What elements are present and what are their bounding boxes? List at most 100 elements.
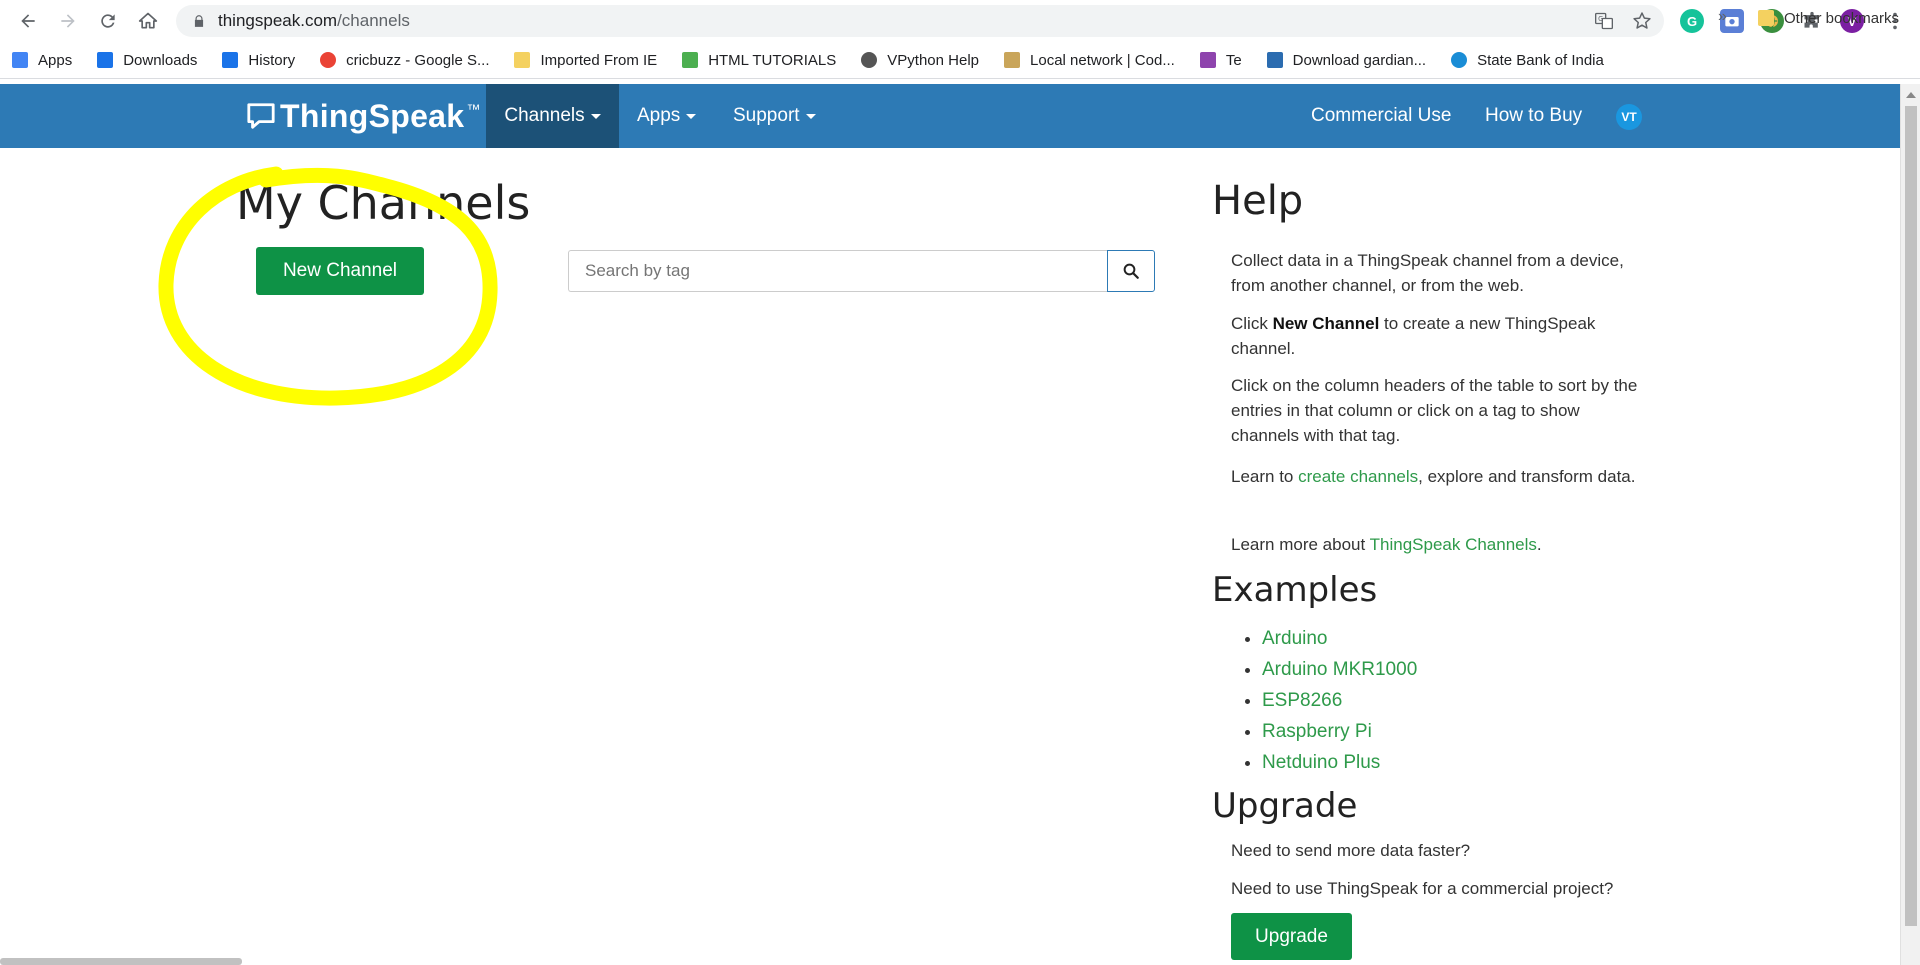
page-title: My Channels (236, 176, 531, 230)
other-bookmarks[interactable]: Other bookmarks (1758, 0, 1899, 36)
nav-how-to-buy-label: How to Buy (1485, 105, 1583, 126)
nav-commercial-use[interactable]: Commercial Use (1311, 84, 1451, 148)
nav-commercial-use-label: Commercial Use (1311, 105, 1452, 126)
nav-how-to-buy[interactable]: How to Buy (1485, 84, 1582, 148)
bookmark-label: State Bank of India (1477, 51, 1604, 69)
nav-support[interactable]: Support (733, 84, 816, 148)
help-bold-new-channel: New Channel (1272, 314, 1380, 333)
example-link-raspberry-pi[interactable]: Raspberry Pi (1262, 716, 1417, 747)
w3-icon (682, 52, 699, 68)
help-title: Help (1212, 178, 1304, 224)
bookmark-item[interactable]: Apps (12, 52, 72, 69)
lock-icon (194, 15, 204, 27)
forward-arrow-icon (61, 14, 75, 28)
bookmark-item[interactable]: cricbuzz - Google S... (320, 52, 489, 69)
upgrade-button[interactable]: Upgrade (1231, 913, 1352, 960)
url-text: thingspeak.com/channels (218, 11, 410, 30)
bookmark-item[interactable]: History (222, 52, 295, 69)
bookmark-label: Downloads (123, 51, 198, 69)
example-link-arduino[interactable]: Arduino (1262, 623, 1417, 654)
nav-channels-label: Channels (504, 105, 585, 126)
bookmark-star-icon[interactable] (1632, 11, 1652, 31)
search-input[interactable] (568, 250, 1107, 292)
help-paragraph-learn-more: Learn more about ThingSpeak Channels. (1231, 532, 1641, 557)
caret-down-icon (590, 113, 601, 119)
crown-icon (1004, 52, 1021, 68)
nav-apps-label: Apps (637, 105, 681, 126)
download-icon (97, 52, 114, 68)
horizontal-scrollbar-thumb[interactable] (0, 958, 242, 965)
scrollbar-thumb[interactable] (1905, 106, 1917, 926)
bookmark-item[interactable]: Te (1199, 52, 1242, 69)
nav-channels[interactable]: Channels (486, 84, 619, 148)
bookmark-item[interactable]: HTML TUTORIALS (682, 52, 836, 69)
speech-bubble-icon (247, 103, 275, 129)
home-button[interactable] (128, 1, 168, 41)
examples-title: Examples (1212, 570, 1378, 610)
help-text: Learn to (1231, 467, 1299, 486)
thingspeak-channels-link[interactable]: ThingSpeak Channels (1370, 535, 1537, 554)
folder-icon (1758, 10, 1774, 26)
search-button[interactable] (1107, 250, 1155, 292)
vertical-scrollbar[interactable] (1900, 84, 1920, 965)
upgrade-title: Upgrade (1212, 786, 1358, 826)
bookmark-label: HTML TUTORIALS (708, 51, 837, 69)
tz-icon (1266, 52, 1283, 68)
help-paragraph-new-channel: Click New Channel to create a new ThingS… (1231, 311, 1641, 361)
caret-down-icon (686, 113, 697, 119)
new-channel-button[interactable]: New Channel (256, 247, 424, 295)
grammarly-extension-icon[interactable]: G (1680, 9, 1704, 33)
upgrade-question-faster: Need to send more data faster? (1231, 841, 1471, 860)
bookmark-label: VPython Help (887, 51, 980, 69)
search-icon (1123, 263, 1139, 279)
history-icon (222, 52, 239, 68)
reload-icon (101, 14, 115, 28)
other-bookmarks-label: Other bookmarks (1784, 9, 1900, 27)
bookmark-item[interactable]: Local network | Cod... (1004, 52, 1175, 69)
example-link-esp8266[interactable]: ESP8266 (1262, 685, 1417, 716)
bookmarks-bar: Apps Downloads History cricbuzz - Google S.… (0, 42, 1920, 78)
trademark-symbol: ™ (466, 101, 481, 117)
bookmark-item[interactable]: Downloads (97, 52, 197, 69)
help-text: Learn more about (1231, 535, 1370, 554)
help-paragraph-collect: Collect data in a ThingSpeak channel fro… (1231, 251, 1624, 295)
nav-apps[interactable]: Apps (637, 84, 697, 148)
example-link-netduino-plus[interactable]: Netduino Plus (1262, 747, 1417, 778)
thingspeak-logo[interactable]: ThingSpeak ™ (246, 96, 481, 136)
help-text: Click (1231, 314, 1273, 333)
help-text: , explore and transform data. (1418, 467, 1636, 486)
bookmark-item[interactable]: Imported From IE (514, 52, 657, 69)
user-avatar[interactable]: VT (1616, 104, 1642, 130)
te-icon (1199, 52, 1216, 68)
upgrade-question-commercial: Need to use ThingSpeak for a commercial … (1231, 879, 1614, 898)
help-paragraph-sort: Click on the column headers of the table… (1231, 376, 1638, 445)
site-navbar: ThingSpeak ™ Channels Apps Support Commer… (0, 84, 1900, 148)
help-paragraph-learn: Learn to create channels, explore and tr… (1231, 464, 1641, 489)
google-icon (320, 52, 337, 68)
back-button[interactable] (8, 1, 48, 41)
logo-text: ThingSpeak (280, 97, 465, 134)
toolbar-divider (0, 78, 1920, 79)
example-link-arduino-mkr1000[interactable]: Arduino MKR1000 (1262, 654, 1417, 685)
globe-icon (861, 52, 878, 68)
folder-icon (514, 52, 531, 68)
forward-button[interactable] (48, 1, 88, 41)
examples-list: Arduino Arduino MKR1000 ESP8266 Raspberr… (1262, 623, 1417, 778)
translate-icon[interactable]: G (1594, 11, 1614, 31)
tag-search (568, 250, 1155, 292)
bookmark-label: Apps (38, 51, 73, 69)
home-icon (138, 12, 158, 29)
address-bar[interactable]: thingspeak.com/channels G (176, 5, 1664, 37)
bookmark-label: cricbuzz - Google S... (346, 51, 490, 69)
create-channels-link[interactable]: create channels (1298, 467, 1418, 486)
bookmark-item[interactable]: State Bank of India (1451, 52, 1604, 69)
bookmark-item[interactable]: VPython Help (861, 52, 979, 69)
sbi-icon (1451, 52, 1468, 68)
scroll-up-arrow-icon[interactable] (1906, 92, 1916, 98)
caret-down-icon (805, 113, 816, 119)
reload-button[interactable] (88, 1, 128, 41)
more-bookmarks-chevron[interactable]: » (1718, 8, 1727, 26)
apps-grid-icon (12, 52, 28, 68)
svg-text:G: G (1598, 15, 1603, 23)
bookmark-item[interactable]: Download gardian... (1266, 52, 1426, 69)
